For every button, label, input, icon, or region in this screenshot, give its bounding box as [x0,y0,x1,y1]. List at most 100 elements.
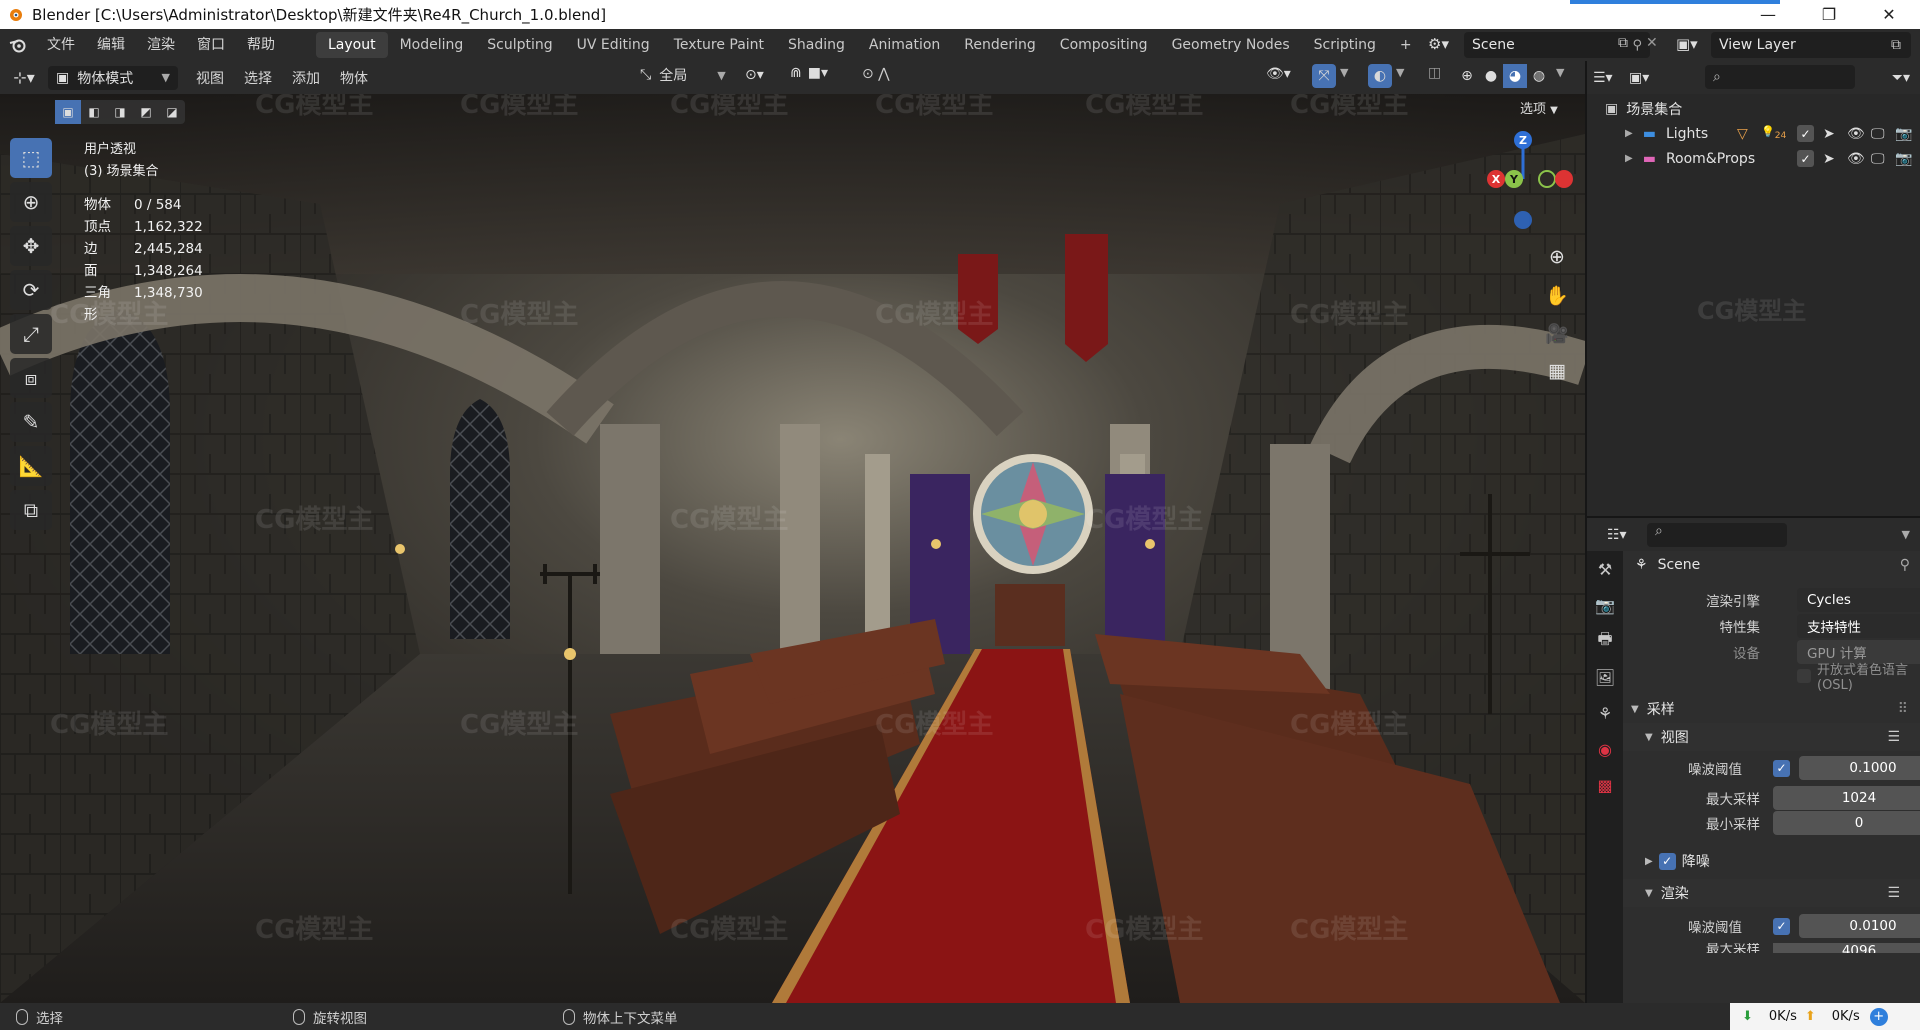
properties-editor-type-icon[interactable]: ☷▾ [1607,527,1627,543]
render-noise-threshold-field[interactable]: 0.0100 [1799,914,1920,938]
display-mode-icon[interactable]: ▣▾ [1629,70,1665,86]
menu-view[interactable]: 视图 [186,68,234,88]
gizmo-z-axis[interactable]: Z [1514,131,1532,149]
magnet-icon[interactable]: ⋒ [790,65,802,81]
options-dropdown[interactable]: 选项 ▼ [1520,98,1558,117]
menu-select[interactable]: 选择 [234,68,282,88]
outliner-search-input[interactable]: ⌕ [1705,65,1855,89]
outliner-root[interactable]: ▣ 场景集合 [1587,96,1920,121]
chevron-down-icon[interactable]: ▼ [1902,528,1910,541]
navigation-gizmo[interactable]: Z X Y [1475,129,1575,229]
gizmo-x-axis[interactable]: X [1487,170,1505,188]
select-new-icon[interactable]: ▣ [55,100,81,124]
restore-button[interactable]: ❐ [1806,0,1852,29]
tool-tab-icon[interactable]: ⚒ [1587,551,1623,587]
transform-orientation-dropdown[interactable]: ⤡ 全局 ▼ [640,65,726,85]
monitor-icon[interactable]: 🖵 [1871,126,1885,142]
move-tool-icon[interactable]: ✥ [10,226,52,266]
solid-shading-icon[interactable]: ● [1479,64,1503,88]
output-tab-icon[interactable]: 🖶 [1587,623,1623,659]
transform-tool-icon[interactable]: ⧈ [10,358,52,398]
new-scene-icon[interactable]: ⧉ [1618,35,1628,51]
tab-uv-editing[interactable]: UV Editing [565,32,662,58]
tab-modeling[interactable]: Modeling [388,32,476,58]
menu-render[interactable]: 渲染 [136,29,186,61]
menu-add[interactable]: 添加 [282,68,330,88]
presets-list-icon[interactable]: ☰ [1887,885,1900,901]
tab-shading[interactable]: Shading [776,32,857,58]
menu-edit[interactable]: 编辑 [86,29,136,61]
scene-selector-icon[interactable]: ⚙▾ [1428,35,1449,53]
pan-hand-icon[interactable]: ✋ [1540,278,1574,312]
render-max-samples-field[interactable]: 4096 [1773,943,1920,953]
tab-texture-paint[interactable]: Texture Paint [662,32,776,58]
camera-view-icon[interactable]: 🎥 [1540,316,1574,350]
texture-tab-icon[interactable]: ▩ [1587,767,1623,803]
annotate-tool-icon[interactable]: ✎ [10,402,52,442]
gizmo-neg-y-axis[interactable] [1538,170,1556,188]
viewport-subpanel-header[interactable]: ▼ 视图 ☰ [1623,723,1920,751]
eye-icon[interactable]: 👁 [1847,126,1865,142]
view-layer-tab-icon[interactable]: 🖼 [1587,659,1623,695]
camera-icon[interactable]: 📷 [1895,151,1912,167]
viewport-max-samples-field[interactable]: 1024 [1773,786,1920,810]
plus-icon[interactable]: + [1869,1007,1888,1026]
visibility-icon[interactable]: 👁▾ [1266,66,1291,82]
chevron-down-icon[interactable]: ▼ [1556,66,1564,79]
blender-menu-icon[interactable] [0,37,36,53]
snap-target-icon[interactable]: ■▾ [808,65,828,81]
select-invert-icon[interactable]: ◪ [159,100,185,124]
tab-sculpting[interactable]: Sculpting [475,32,564,58]
mode-dropdown[interactable]: ▣ 物体模式 ▼ [48,65,178,90]
view-layer-field[interactable]: View Layer ⧉ [1711,32,1911,58]
3d-viewport[interactable]: CG模型主 CG模型主 CG模型主 CG模型主 CG模型主 CG模型主 CG模型… [0,94,1585,1003]
zoom-icon[interactable]: ⊕ [1540,240,1574,274]
select-intersect-icon[interactable]: ◩ [133,100,159,124]
gizmo-toggle-icon[interactable]: ⤧ [1312,64,1336,88]
editor-type-icon[interactable]: ⊹▾ [0,68,48,87]
pivot-point-icon[interactable]: ⊙▾ [745,67,764,83]
properties-search-input[interactable]: ⌕ [1647,523,1787,547]
render-engine-dropdown[interactable]: Cycles▼ [1797,588,1920,612]
outliner-editor-type-icon[interactable]: ☰▾ [1593,70,1629,86]
pin-icon[interactable]: ⚲ [1632,38,1642,53]
wireframe-shading-icon[interactable]: ⊕ [1455,64,1479,88]
menu-object[interactable]: 物体 [330,68,378,88]
eye-icon[interactable]: 👁 [1847,151,1865,167]
view-layer-icon[interactable]: ▣▾ [1676,35,1698,53]
select-box-tool-icon[interactable]: ⬚ [10,138,52,178]
chevron-down-icon[interactable]: ▼ [1396,66,1404,79]
drag-handle-icon[interactable]: ⠿ [1898,701,1908,717]
osl-checkbox[interactable] [1797,669,1811,683]
outliner-item-lights[interactable]: ▶ ▬ Lights ▽ 💡24 ✓ ➤ 👁 🖵 📷 [1587,121,1920,146]
presets-list-icon[interactable]: ☰ [1887,729,1900,745]
new-view-layer-icon[interactable]: ⧉ [1891,37,1901,53]
rotate-tool-icon[interactable]: ⟳ [10,270,52,310]
xray-toggle-icon[interactable]: ◫ [1428,65,1441,81]
denoise-subpanel-header[interactable]: ▶ ✓ 降噪 [1623,847,1920,875]
delete-scene-icon[interactable]: ✕ [1646,35,1658,51]
filter-icon[interactable]: ⏷▾ [1892,70,1910,86]
scale-tool-icon[interactable]: ⤢ [10,314,52,354]
scene-tab-icon[interactable]: ⚘ [1587,695,1623,731]
chevron-down-icon[interactable]: ▼ [1340,66,1348,79]
close-button[interactable]: ✕ [1866,0,1912,29]
select-extend-icon[interactable]: ◧ [81,100,107,124]
pin-icon[interactable]: ⚲ [1900,557,1910,573]
exclude-checkbox[interactable]: ✓ [1797,150,1814,167]
noise-threshold-checkbox[interactable]: ✓ [1773,759,1790,777]
cursor-tool-icon[interactable]: ⊕ [10,182,52,222]
tab-rendering[interactable]: Rendering [952,32,1048,58]
render-tab-icon[interactable]: 📷 [1587,587,1623,623]
render-subpanel-header[interactable]: ▼ 渲染 ☰ [1623,879,1920,907]
minimize-button[interactable]: — [1745,0,1791,29]
camera-icon[interactable]: 📷 [1895,126,1912,142]
gizmo-neg-x-axis[interactable] [1555,170,1573,188]
tab-scripting[interactable]: Scripting [1302,32,1388,58]
tab-layout[interactable]: Layout [316,32,388,58]
rendered-shading-icon[interactable]: ◍ [1527,64,1551,88]
add-cube-tool-icon[interactable]: ⧉ [10,490,52,530]
exclude-checkbox[interactable]: ✓ [1797,125,1814,142]
viewport-noise-threshold-field[interactable]: 0.1000 [1799,756,1920,780]
menu-help[interactable]: 帮助 [236,29,286,61]
